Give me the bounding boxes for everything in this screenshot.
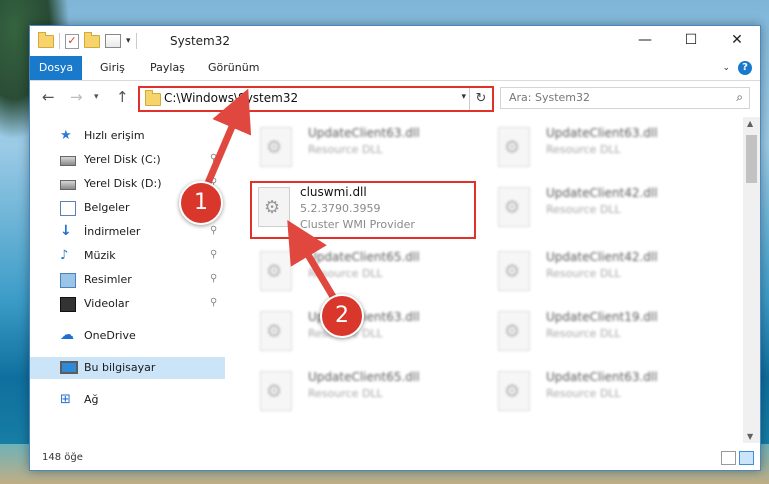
callout-badge-2: 2 (320, 294, 364, 338)
callout-arrow-1 (201, 88, 252, 192)
callout-arrow-2 (287, 219, 339, 302)
callout-badge-1: 1 (179, 181, 223, 225)
callout-arrows (201, 88, 339, 302)
